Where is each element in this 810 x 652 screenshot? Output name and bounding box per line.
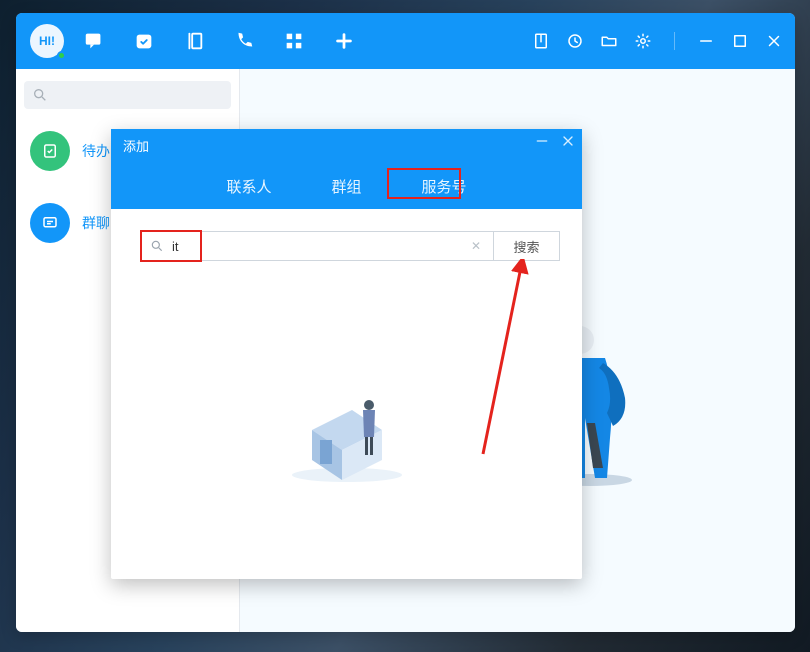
tab-groups[interactable]: 群组 <box>321 172 371 201</box>
dialog-header: 添加 联系人 群组 服务号 <box>111 129 582 209</box>
status-indicator <box>57 51 66 60</box>
divider <box>674 32 675 50</box>
clear-icon[interactable]: ✕ <box>467 239 485 253</box>
bookmark-icon[interactable] <box>532 32 550 50</box>
tab-service[interactable]: 服务号 <box>412 172 477 201</box>
dialog-minimize-icon[interactable] <box>534 133 550 149</box>
window-minimize-icon[interactable] <box>697 32 715 50</box>
dialog-search-row: ✕ 搜索 <box>111 209 582 261</box>
dialog-empty-state <box>111 261 582 579</box>
title-bar: HI! H! <box>16 13 795 69</box>
settings-icon[interactable] <box>634 32 652 50</box>
dialog-close-icon[interactable] <box>560 133 576 149</box>
tab-contacts[interactable]: 联系人 <box>216 172 281 201</box>
dialog-title: 添加 <box>123 136 149 155</box>
svg-text:H!: H! <box>89 35 97 44</box>
avatar[interactable]: HI! <box>30 24 64 58</box>
search-icon <box>32 87 48 103</box>
sidebar-search[interactable] <box>24 81 231 109</box>
chat-icon <box>30 203 70 243</box>
folder-icon[interactable] <box>600 32 618 50</box>
sidebar-item-label: 群聊 <box>82 213 110 233</box>
dialog-search-box[interactable]: ✕ <box>141 231 494 261</box>
apps-icon[interactable] <box>282 29 306 53</box>
dialog-tabs: 联系人 群组 服务号 <box>111 172 582 201</box>
sidebar-item-label: 待办 <box>82 141 110 161</box>
window-maximize-icon[interactable] <box>731 32 749 50</box>
avatar-label: HI! <box>39 34 55 48</box>
phone-icon[interactable] <box>232 29 256 53</box>
check-list-icon <box>30 131 70 171</box>
news-icon[interactable] <box>182 29 206 53</box>
history-icon[interactable] <box>566 32 584 50</box>
search-icon <box>150 239 164 253</box>
add-icon[interactable] <box>332 29 356 53</box>
calendar-icon[interactable] <box>132 29 156 53</box>
add-dialog: 添加 联系人 群组 服务号 ✕ 搜索 <box>111 129 582 579</box>
search-input[interactable] <box>170 238 467 255</box>
search-button[interactable]: 搜索 <box>494 231 560 261</box>
window-close-icon[interactable] <box>765 32 783 50</box>
chat-tab-icon[interactable]: H! <box>82 29 106 53</box>
